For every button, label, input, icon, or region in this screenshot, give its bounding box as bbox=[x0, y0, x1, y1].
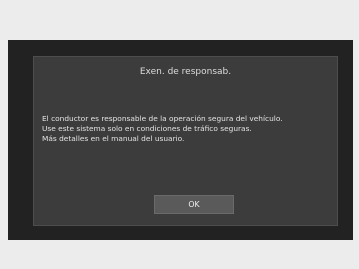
dialog-message: El conductor es responsable de la operac… bbox=[42, 114, 329, 144]
dialog-message-line-2: Use este sistema solo en condiciones de … bbox=[42, 124, 252, 133]
dialog-title: Exen. de responsab. bbox=[139, 67, 232, 77]
dialog-message-line-3: Más detalles en el manual del usuario. bbox=[42, 134, 185, 143]
display-screen: Exen. de responsab. El conductor es resp… bbox=[8, 40, 353, 240]
ok-button[interactable]: OK bbox=[154, 195, 234, 214]
disclaimer-dialog: Exen. de responsab. El conductor es resp… bbox=[33, 56, 338, 226]
dialog-message-line-1: El conductor es responsable de la operac… bbox=[42, 114, 283, 123]
